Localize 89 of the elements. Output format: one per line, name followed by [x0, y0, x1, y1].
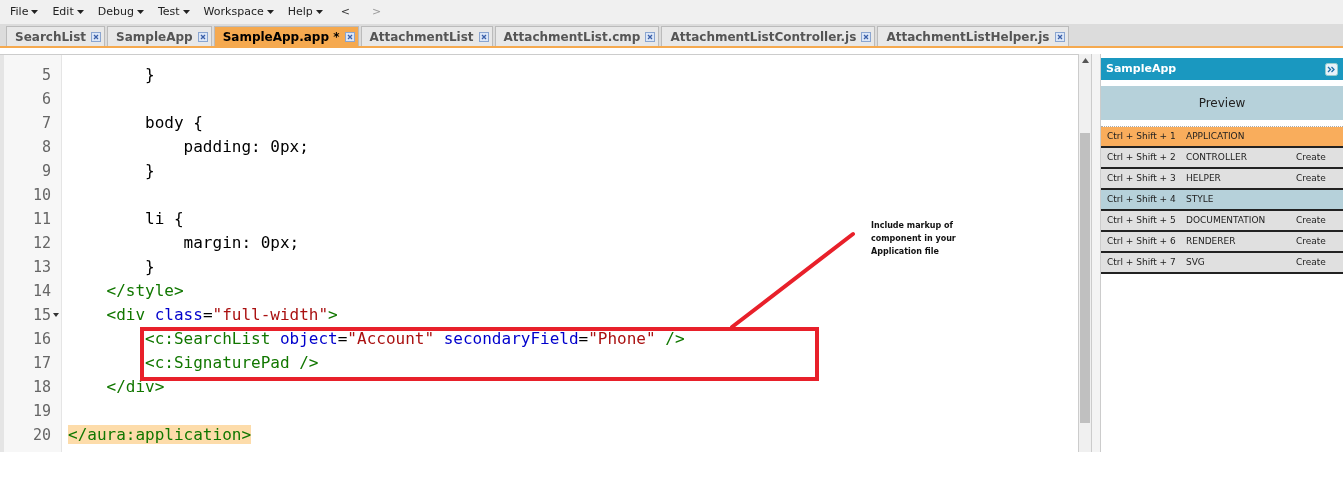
- back-button[interactable]: <: [336, 3, 354, 21]
- code-line: body {: [144, 112, 203, 134]
- shortcut-text: Ctrl + Shift + 2: [1107, 150, 1177, 164]
- caret-icon: [182, 10, 190, 14]
- close-icon[interactable]: [645, 31, 656, 42]
- line-number: 5: [41, 64, 51, 86]
- tab[interactable]: AttachmentList: [360, 26, 493, 46]
- line-number: 18: [32, 376, 51, 398]
- line-number: 9: [41, 160, 51, 182]
- create-link[interactable]: Create: [1296, 234, 1326, 249]
- line-number: 17: [32, 352, 51, 374]
- scroll-up-icon[interactable]: [1081, 58, 1089, 63]
- annotation-text: Include markup of component in your Application file: [871, 220, 957, 258]
- file-row[interactable]: Ctrl + Shift + 7 SVG Create: [1101, 253, 1343, 274]
- close-icon[interactable]: [861, 31, 872, 42]
- line-number: 14: [32, 280, 51, 302]
- line-number: 19: [32, 400, 51, 422]
- code-line: margin: 0px;: [182, 232, 300, 254]
- menu-item[interactable]: Test: [157, 3, 190, 21]
- file-type-text: HELPER: [1186, 171, 1222, 185]
- line-number: 12: [32, 232, 51, 254]
- shortcut-text: Ctrl + Shift + 6: [1107, 234, 1177, 248]
- file-type-text: STYLE: [1186, 192, 1215, 206]
- file-type-text: DOCUMENTATION: [1186, 213, 1267, 227]
- caret-icon: [76, 10, 84, 14]
- line-number: 7: [41, 112, 51, 134]
- create-link[interactable]: Create: [1296, 171, 1326, 186]
- panel-title: SampleApp: [1106, 60, 1177, 77]
- menu-item[interactable]: Edit: [52, 3, 84, 21]
- file-row[interactable]: Ctrl + Shift + 5 DOCUMENTATION Create: [1101, 211, 1343, 232]
- close-icon[interactable]: [1054, 31, 1065, 42]
- line-number: 13: [32, 256, 51, 278]
- shortcut-text: Ctrl + Shift + 7: [1107, 255, 1177, 269]
- line-number: 20: [32, 424, 51, 446]
- tab[interactable]: AttachmentList.cmp: [494, 26, 660, 46]
- menu-item[interactable]: Help: [287, 3, 323, 21]
- shortcut-text: Ctrl + Shift + 1: [1107, 129, 1177, 143]
- file-type-text: RENDERER: [1186, 234, 1237, 248]
- shortcut-text: Ctrl + Shift + 4: [1107, 192, 1177, 206]
- tab[interactable]: SampleApp.app *: [213, 26, 359, 46]
- tab[interactable]: AttachmentListHelper.js: [877, 26, 1069, 46]
- menu-item[interactable]: Debug: [97, 3, 144, 21]
- menu-item[interactable]: Workspace: [203, 3, 274, 21]
- line-number: 10: [32, 184, 51, 206]
- file-row[interactable]: Ctrl + Shift + 1 APPLICATION: [1101, 127, 1343, 148]
- caret-icon: [136, 10, 144, 14]
- line-number: 11: [32, 208, 51, 230]
- shortcut-text: Ctrl + Shift + 5: [1107, 213, 1177, 227]
- code-line: <c:SearchList object="Account" secondaryField="Phone" />: [144, 328, 685, 350]
- close-icon[interactable]: [91, 31, 102, 42]
- caret-icon: [315, 10, 323, 14]
- file-row[interactable]: Ctrl + Shift + 2 CONTROLLER Create: [1101, 148, 1343, 169]
- create-link[interactable]: Create: [1296, 150, 1326, 165]
- line-number: 15: [32, 304, 51, 326]
- file-type-text: APPLICATION: [1186, 129, 1246, 143]
- line-number: 6: [41, 88, 51, 110]
- close-icon[interactable]: [478, 31, 489, 42]
- code-line: }: [144, 160, 155, 182]
- scrollbar[interactable]: [1078, 54, 1092, 452]
- collapse-icon[interactable]: [1325, 62, 1338, 76]
- line-number: 8: [41, 136, 51, 158]
- code-line: }: [144, 256, 155, 278]
- preview-button[interactable]: Preview: [1101, 86, 1343, 120]
- tab[interactable]: SampleApp: [107, 26, 212, 46]
- code-line: <div class="full-width">: [105, 304, 338, 326]
- code-line: <c:SignaturePad />: [144, 352, 319, 374]
- file-type-text: CONTROLLER: [1186, 150, 1248, 164]
- menu-item[interactable]: File: [10, 3, 39, 21]
- close-icon[interactable]: [197, 31, 208, 42]
- tab[interactable]: SearchList: [6, 26, 106, 46]
- line-number: 16: [32, 328, 51, 350]
- create-link[interactable]: Create: [1296, 213, 1326, 228]
- caret-icon: [31, 10, 39, 14]
- file-row[interactable]: Ctrl + Shift + 3 HELPER Create: [1101, 169, 1343, 190]
- file-row[interactable]: Ctrl + Shift + 4 STYLE: [1101, 190, 1343, 211]
- code-line: </style>: [105, 280, 184, 302]
- code-line: }: [144, 64, 155, 86]
- fold-icon[interactable]: [53, 313, 59, 317]
- code-line: padding: 0px;: [182, 136, 309, 158]
- caret-icon: [266, 10, 274, 14]
- tab[interactable]: AttachmentListController.js: [661, 26, 876, 46]
- code-line: li {: [144, 208, 184, 230]
- code-line: </div>: [105, 376, 165, 398]
- scroll-thumb[interactable]: [1080, 133, 1090, 423]
- create-link[interactable]: Create: [1296, 255, 1326, 270]
- file-type-text: SVG: [1186, 255, 1206, 269]
- file-row[interactable]: Ctrl + Shift + 6 RENDERER Create: [1101, 232, 1343, 253]
- shortcut-text: Ctrl + Shift + 3: [1107, 171, 1177, 185]
- close-icon[interactable]: [344, 31, 355, 42]
